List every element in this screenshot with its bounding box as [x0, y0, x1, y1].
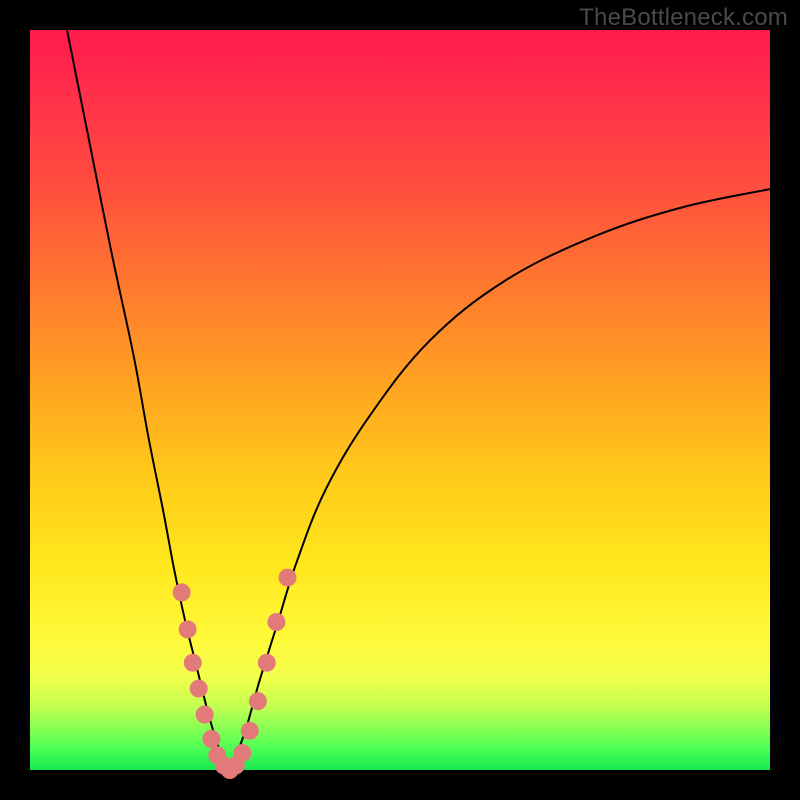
outer-frame: TheBottleneck.com: [0, 0, 800, 800]
curve-group: [67, 30, 770, 770]
data-point: [279, 569, 297, 587]
data-point: [249, 692, 267, 710]
data-point: [184, 654, 202, 672]
data-point: [267, 613, 285, 631]
data-point: [258, 654, 276, 672]
data-point: [241, 722, 259, 740]
watermark-text: TheBottleneck.com: [579, 4, 788, 32]
data-point: [179, 620, 197, 638]
curve-left-branch: [67, 30, 230, 770]
curve-right-branch: [230, 189, 770, 770]
dots-group: [173, 569, 297, 779]
data-point: [190, 680, 208, 698]
data-point: [196, 706, 214, 724]
data-point: [202, 730, 220, 748]
chart-svg: [30, 30, 770, 770]
data-point: [233, 744, 251, 762]
data-point: [173, 583, 191, 601]
